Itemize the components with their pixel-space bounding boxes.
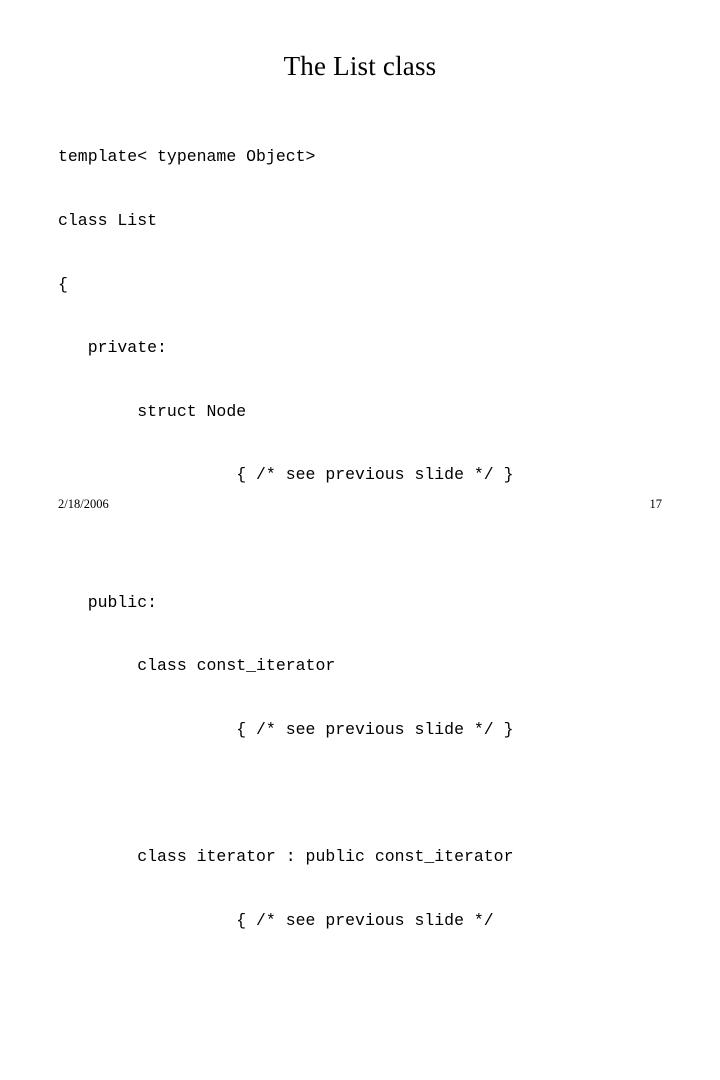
page-title: The List class [283, 51, 437, 81]
code-line: { /* see previous slide */ } [58, 719, 514, 739]
code-line: class iterator : public const_iterator [58, 846, 514, 866]
slide-canvas: The List class template< typename Object… [0, 0, 720, 930]
code-line: struct Node [58, 401, 247, 421]
code-block: template< typename Object> class List { … [58, 104, 698, 1080]
code-line: public: [58, 592, 158, 612]
code-line: private: [58, 338, 167, 358]
code-line: class const_iterator [58, 656, 336, 676]
code-line: class List [58, 211, 158, 230]
code-line: { /* see previous slide */ } [58, 465, 514, 485]
footer-page-number: 17 [649, 497, 663, 511]
footer-date: 2/18/2006 [58, 497, 109, 511]
code-line: template< typename Object> [58, 147, 316, 167]
code-line: { /* see previous slide */ [58, 910, 494, 930]
code-line: { [58, 274, 68, 294]
